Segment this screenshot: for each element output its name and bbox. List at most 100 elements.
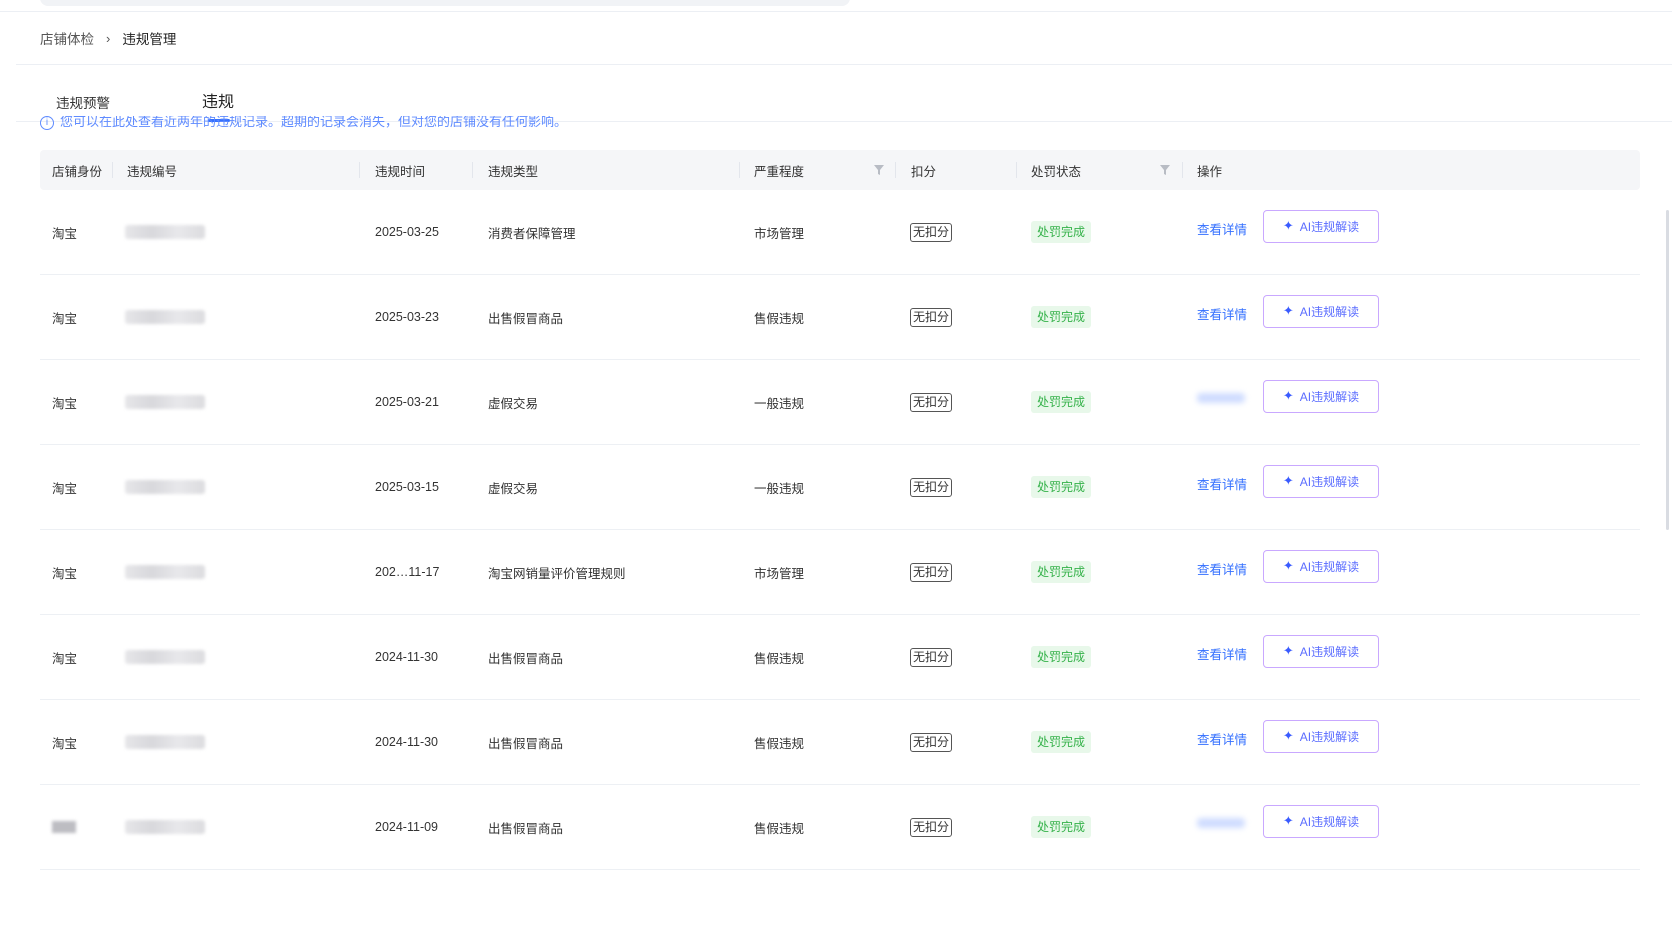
cell-severity: 一般违规 [754, 396, 805, 411]
view-detail-link[interactable] [1197, 781, 1245, 865]
redacted-violation-no [125, 225, 205, 239]
cell-violation-type: 出售假冒商品 [488, 821, 564, 836]
ai-violation-explain-button[interactable]: ✦ AI违规解读 [1263, 634, 1379, 668]
cell-severity: 市场管理 [754, 226, 805, 241]
status-badge: 处罚完成 [1031, 646, 1092, 668]
cell-violation-time: 2025-03-15 [375, 480, 439, 494]
cell-violation-type: 虚假交易 [488, 481, 539, 496]
ai-violation-explain-button[interactable]: ✦ AI违规解读 [1263, 804, 1379, 838]
table-row: 淘宝 202…11-17 淘宝网销量评价管理规则 市场管理 无扣分 处罚完成 查… [40, 530, 1640, 615]
cell-violation-type: 出售假冒商品 [488, 651, 564, 666]
redacted-link [1197, 818, 1245, 828]
redacted-violation-no [125, 650, 205, 664]
header-violation-time: 违规时间 [375, 164, 426, 179]
violation-table: 店铺身份 违规编号 违规时间 违规类型 严重程度 扣分 处罚状态 操作 淘宝 2… [40, 150, 1640, 870]
cell-violation-time: 2024-11-30 [375, 650, 439, 664]
cell-violation-no [125, 785, 205, 869]
redacted-violation-no [125, 565, 205, 579]
cell-ai-action: ✦ AI违规解读 [1263, 609, 1379, 693]
sparkle-icon: ✦ [1282, 728, 1294, 743]
cell-violation-type: 出售假冒商品 [488, 311, 564, 326]
global-search-bar[interactable] [40, 0, 850, 6]
breadcrumb: 店铺体检 › 违规管理 [40, 28, 176, 48]
cell-violation-time: 2025-03-25 [375, 225, 439, 239]
deduction-badge: 无扣分 [910, 392, 953, 412]
cell-severity: 市场管理 [754, 566, 805, 581]
view-detail-link[interactable]: 查看详情 [1197, 186, 1247, 270]
redacted-violation-no [125, 735, 205, 749]
status-badge: 处罚完成 [1031, 816, 1092, 838]
table-row: 淘宝 2025-03-21 虚假交易 一般违规 无扣分 处罚完成 ✦ AI违规解… [40, 360, 1640, 445]
header-penalty-status: 处罚状态 [1031, 164, 1082, 179]
cell-violation-no [125, 530, 205, 614]
cell-ai-action: ✦ AI违规解读 [1263, 779, 1379, 863]
header-operations: 操作 [1197, 164, 1223, 179]
notice-banner: i 您可以在此处查看近两年的违规记录。超期的记录会消失，但对您的店铺没有任何影响… [40, 116, 567, 130]
view-detail-link[interactable]: 查看详情 [1197, 271, 1247, 355]
table-row: 淘宝 2025-03-23 出售假冒商品 售假违规 无扣分 处罚完成 查看详情 … [40, 275, 1640, 360]
view-detail-link[interactable]: 查看详情 [1197, 696, 1247, 780]
ai-violation-explain-button[interactable]: ✦ AI违规解读 [1263, 294, 1379, 328]
cell-violation-no [125, 275, 205, 359]
breadcrumb-store-checkup[interactable]: 店铺体检 [40, 28, 94, 48]
cell-deduction: 无扣分 [910, 190, 953, 274]
table-row: 淘宝 2025-03-15 虚假交易 一般违规 无扣分 处罚完成 查看详情 ✦ … [40, 445, 1640, 530]
cell-store: 淘宝 [52, 566, 78, 581]
tab-violation[interactable]: 违规 [202, 88, 234, 112]
ai-violation-explain-button[interactable]: ✦ AI违规解读 [1263, 719, 1379, 753]
cell-violation-time: 2025-03-21 [375, 395, 439, 409]
table-header: 店铺身份 违规编号 违规时间 违规类型 严重程度 扣分 处罚状态 操作 [40, 150, 1640, 190]
ai-button-label: AI违规解读 [1299, 814, 1360, 829]
ai-violation-explain-button[interactable]: ✦ AI违规解读 [1263, 209, 1379, 243]
cell-penalty-status: 处罚完成 [1031, 785, 1092, 869]
tab-violation-warning[interactable]: 违规预警 [56, 92, 110, 112]
cell-store: 淘宝 [52, 736, 78, 751]
ai-button-label: AI违规解读 [1299, 474, 1360, 489]
ai-violation-explain-button[interactable]: ✦ AI违规解读 [1263, 379, 1379, 413]
cell-severity: 售假违规 [754, 651, 805, 666]
status-badge: 处罚完成 [1031, 476, 1092, 498]
cell-violation-type: 虚假交易 [488, 396, 539, 411]
column-divider [112, 162, 113, 178]
cell-penalty-status: 处罚完成 [1031, 275, 1092, 359]
status-filter-icon[interactable] [1160, 165, 1170, 175]
column-divider [1016, 162, 1017, 178]
table-row: 淘宝 2024-11-30 出售假冒商品 售假违规 无扣分 处罚完成 查看详情 … [40, 615, 1640, 700]
cell-severity: 售假违规 [754, 311, 805, 326]
cell-violation-no [125, 700, 205, 784]
cell-ai-action: ✦ AI违规解读 [1263, 354, 1379, 438]
cell-ai-action: ✦ AI违规解读 [1263, 269, 1379, 353]
cell-penalty-status: 处罚完成 [1031, 190, 1092, 274]
cell-violation-time: 2025-03-23 [375, 310, 439, 324]
cell-store: 淘宝 [52, 481, 78, 496]
cell-penalty-status: 处罚完成 [1031, 360, 1092, 444]
cell-store: 淘宝 [52, 396, 78, 411]
cell-violation-no [125, 360, 205, 444]
ai-violation-explain-button[interactable]: ✦ AI违规解读 [1263, 549, 1379, 583]
deduction-badge: 无扣分 [910, 477, 953, 497]
header-violation-type: 违规类型 [488, 164, 539, 179]
cell-ai-action: ✦ AI违规解读 [1263, 439, 1379, 523]
cell-ai-action: ✦ AI违规解读 [1263, 184, 1379, 268]
deduction-badge: 无扣分 [910, 817, 953, 837]
info-icon: i [40, 116, 54, 130]
column-divider [895, 162, 896, 178]
view-detail-link[interactable] [1197, 356, 1245, 440]
ai-violation-explain-button[interactable]: ✦ AI违规解读 [1263, 464, 1379, 498]
cell-penalty-status: 处罚完成 [1031, 530, 1092, 614]
view-detail-link[interactable]: 查看详情 [1197, 526, 1247, 610]
cell-violation-type: 出售假冒商品 [488, 736, 564, 751]
top-bar [0, 0, 1672, 12]
cell-violation-time: 202…11-17 [375, 565, 440, 579]
sparkle-icon: ✦ [1282, 388, 1294, 403]
column-divider [739, 162, 740, 178]
status-badge: 处罚完成 [1031, 306, 1092, 328]
cell-violation-no [125, 615, 205, 699]
chevron-right-icon: › [106, 30, 111, 46]
cell-violation-no [125, 445, 205, 529]
view-detail-link[interactable]: 查看详情 [1197, 611, 1247, 695]
view-detail-link[interactable]: 查看详情 [1197, 441, 1247, 525]
severity-filter-icon[interactable] [874, 165, 884, 175]
vertical-scrollbar[interactable] [1666, 210, 1669, 530]
sparkle-icon: ✦ [1282, 303, 1294, 318]
